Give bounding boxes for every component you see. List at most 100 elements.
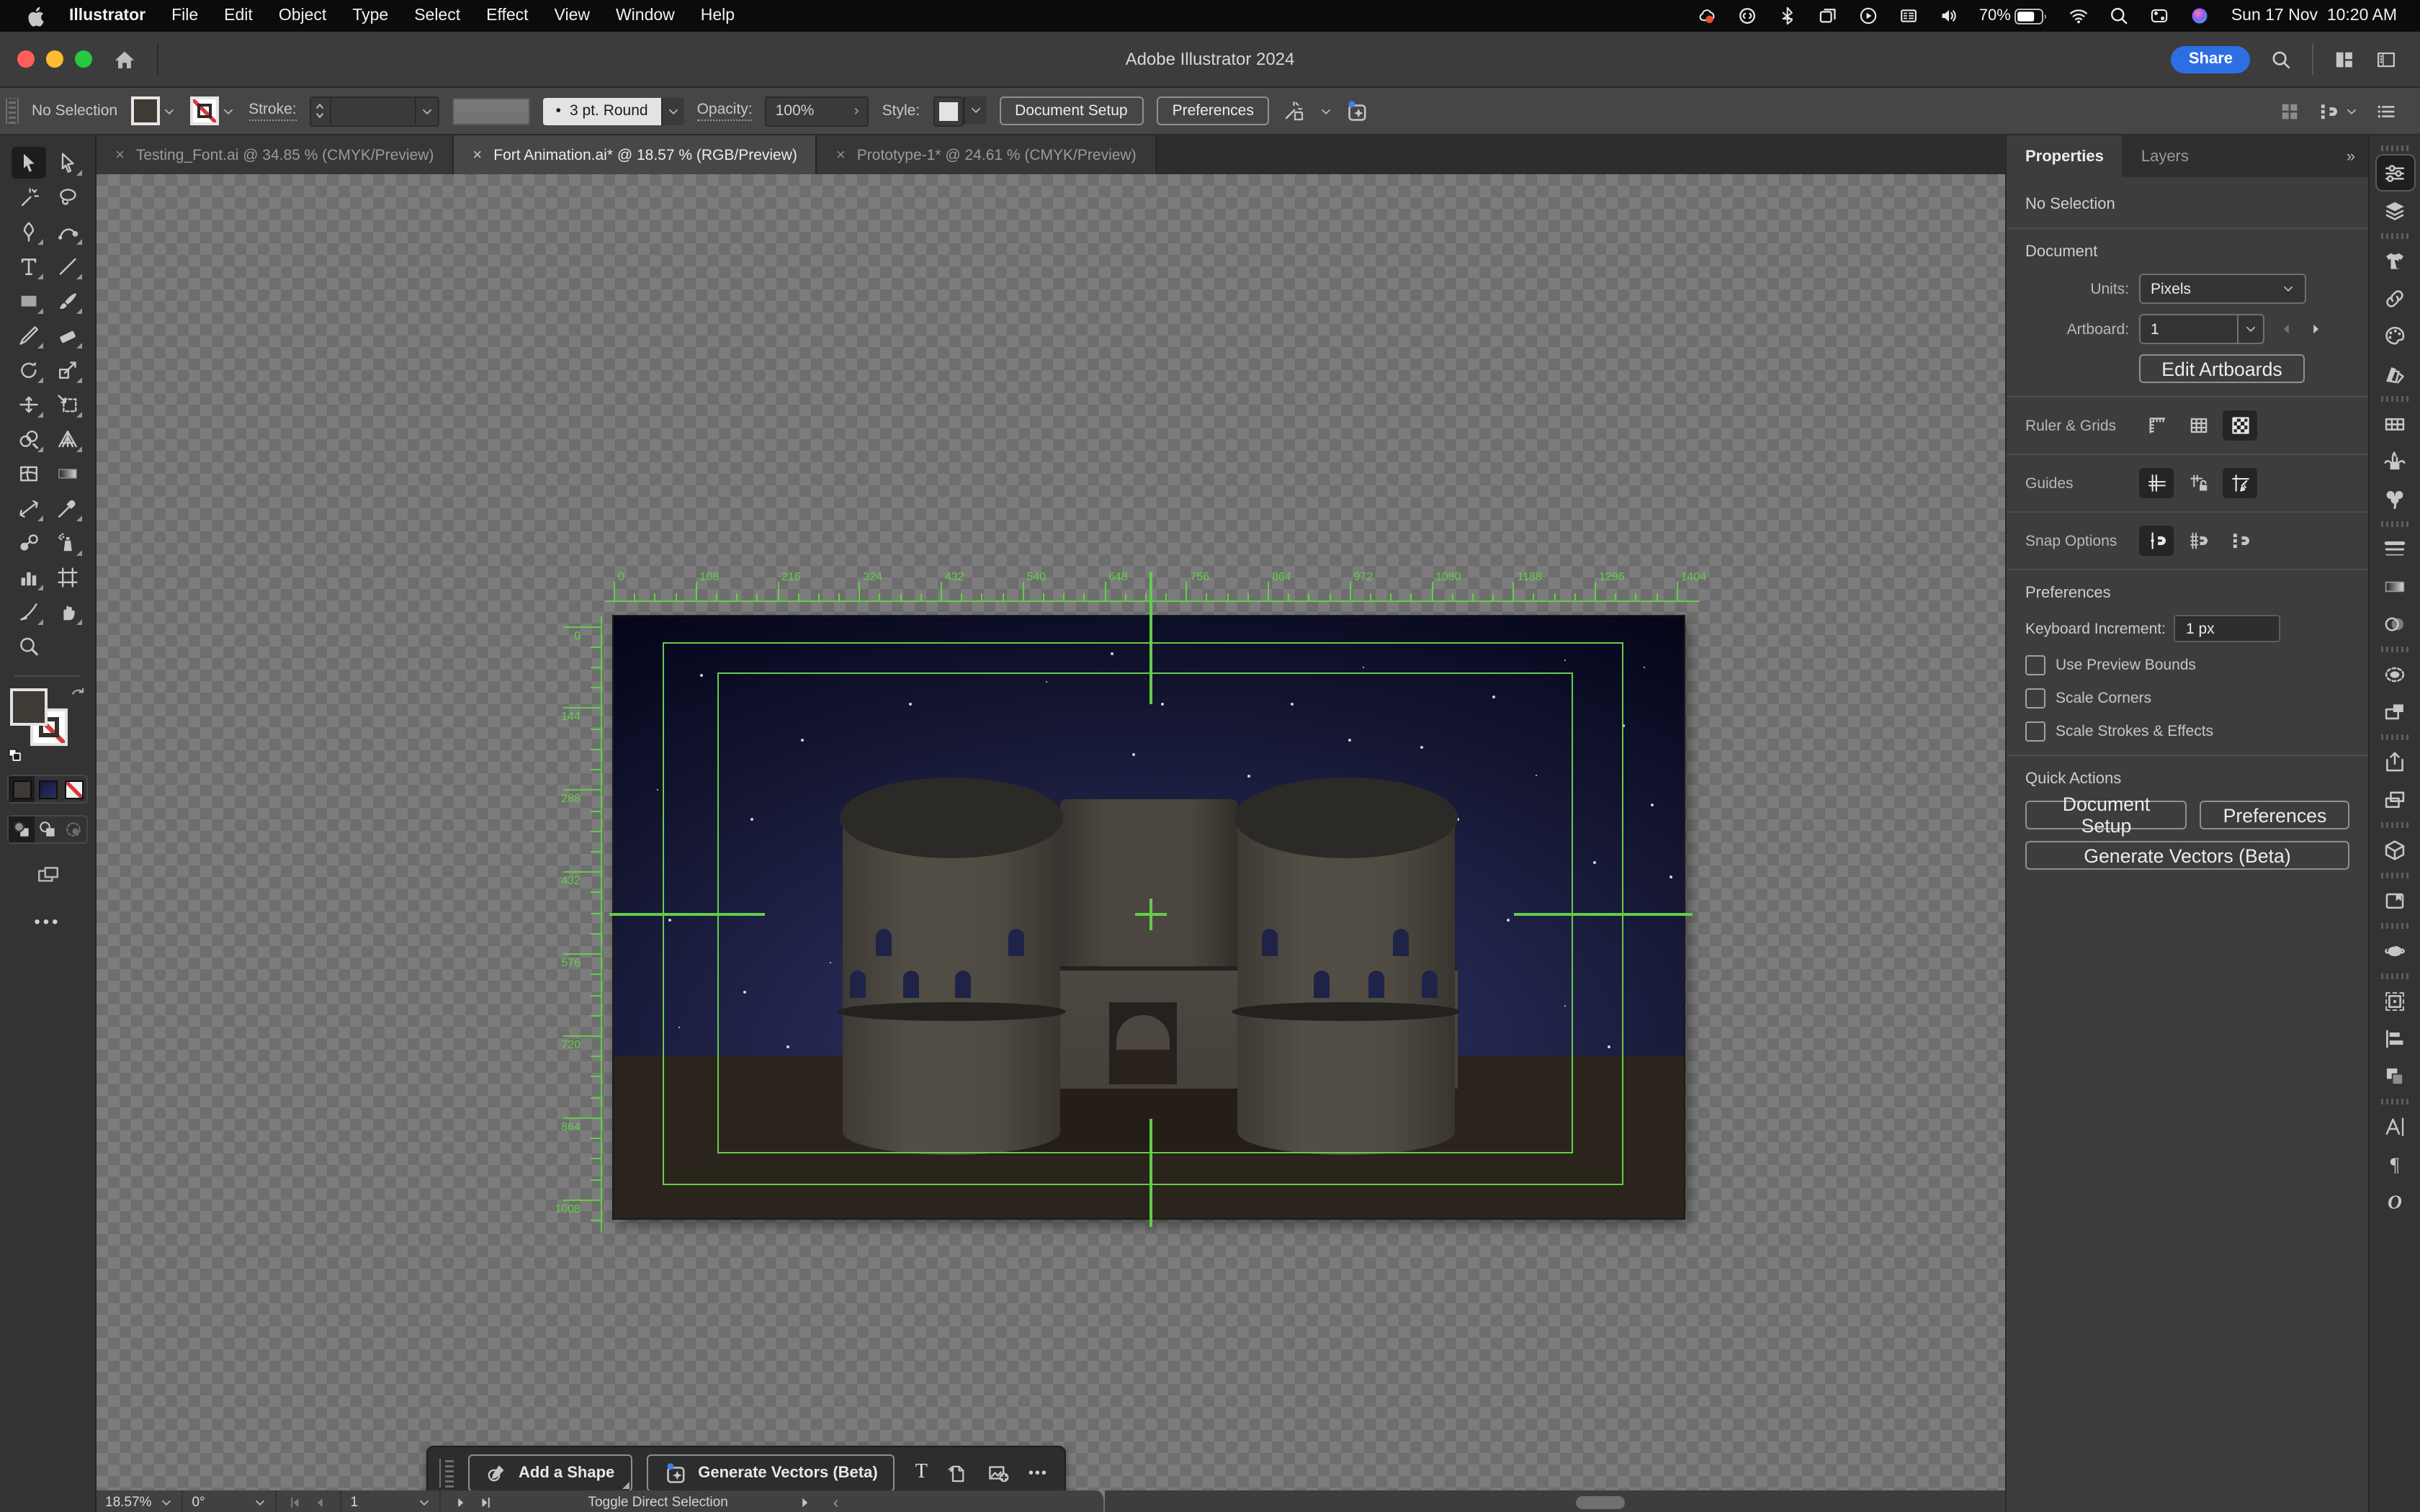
dock-artboards-icon[interactable] <box>2376 782 2414 816</box>
center-guide-horizontal-left[interactable] <box>609 913 765 915</box>
more-options-icon[interactable]: ••• <box>1028 1465 1048 1481</box>
taskbar-grip[interactable] <box>439 1459 454 1488</box>
slice-tool[interactable] <box>11 596 45 628</box>
spotlight-icon[interactable] <box>2099 6 2139 26</box>
direct-selection-tool[interactable] <box>50 147 84 179</box>
now-playing-icon[interactable] <box>1848 6 1888 26</box>
default-fill-stroke-icon[interactable] <box>7 747 23 763</box>
keyboard-brightness-icon[interactable] <box>1888 6 1929 26</box>
menu-illustrator[interactable]: Illustrator <box>56 7 158 24</box>
brush-definition-dropdown[interactable] <box>661 97 684 125</box>
document-tab-1[interactable]: ×Testing_Font.ai @ 34.85 % (CMYK/Preview… <box>97 135 454 174</box>
center-guide-horizontal-right[interactable] <box>1514 913 1693 915</box>
width-tool[interactable] <box>11 389 45 420</box>
chevron-down-icon[interactable] <box>2344 104 2358 118</box>
menu-help[interactable]: Help <box>688 7 748 24</box>
volume-icon[interactable] <box>1929 6 1969 26</box>
selection-tool[interactable] <box>11 147 45 179</box>
type-tool[interactable] <box>11 251 45 282</box>
creative-cloud-icon[interactable] <box>1687 6 1727 26</box>
lock-guides-button[interactable] <box>2181 468 2215 498</box>
battery-indicator[interactable]: 70% <box>1969 6 2058 25</box>
dock-color-guide-icon[interactable] <box>2376 356 2414 390</box>
snap-to-pixel-icon[interactable] <box>2318 100 2339 122</box>
chevron-down-icon[interactable] <box>1319 104 1333 118</box>
dock-paragraph-icon[interactable]: ¶ <box>2376 1146 2414 1181</box>
fill-swatch[interactable] <box>10 688 48 726</box>
graphic-style-dropdown[interactable] <box>963 96 986 123</box>
measure-tool[interactable] <box>11 492 45 524</box>
eraser-tool[interactable] <box>50 320 84 351</box>
horizontal-ruler[interactable]: 0108216324432540648756864972108011881296… <box>605 572 1700 602</box>
opacity-expand-icon[interactable]: › <box>854 102 859 120</box>
change-screen-mode-icon[interactable] <box>35 864 60 888</box>
menu-type[interactable]: Type <box>339 7 401 24</box>
generative-ai-icon[interactable] <box>1346 99 1371 123</box>
stroke-weight-label[interactable]: Stroke: <box>248 101 297 121</box>
dock-gradient-icon[interactable] <box>2376 569 2414 603</box>
menu-effect[interactable]: Effect <box>473 7 541 24</box>
add-a-shape-button[interactable]: Add a Shape <box>468 1454 632 1492</box>
snap-to-grid-button[interactable] <box>2181 526 2215 556</box>
snap-to-pixel-button[interactable] <box>2223 526 2257 556</box>
bluetooth-icon[interactable] <box>1767 6 1808 26</box>
color-button[interactable] <box>9 776 35 802</box>
dock-group-grip[interactable] <box>2380 873 2409 878</box>
close-window-button[interactable] <box>17 50 35 68</box>
stroke-weight-field[interactable] <box>310 96 439 126</box>
transparency-grid-button[interactable] <box>2223 410 2257 441</box>
dock-group-grip[interactable] <box>2380 734 2409 740</box>
share-button[interactable]: Share <box>2172 45 2250 73</box>
select-similar-icon[interactable] <box>1283 99 1306 122</box>
line-segment-tool[interactable] <box>50 251 84 282</box>
stroke-color-swatch[interactable] <box>189 96 218 125</box>
scrollbar-thumb[interactable] <box>1576 1496 1625 1509</box>
dock-link-icon[interactable] <box>2376 281 2414 315</box>
preferences-button[interactable]: Preferences <box>1157 96 1270 125</box>
type-tool-icon[interactable]: T <box>915 1462 928 1485</box>
scale-tool[interactable] <box>50 354 84 386</box>
menu-list-icon[interactable] <box>2375 100 2397 122</box>
dock-group-grip[interactable] <box>2380 1099 2409 1104</box>
canvas[interactable]: 0108216324432540648756864972108011881296… <box>97 174 2005 1512</box>
gradient-button[interactable] <box>35 776 60 802</box>
menu-select[interactable]: Select <box>401 7 473 24</box>
perspective-grid-tool[interactable] <box>50 423 84 455</box>
vertical-ruler[interactable]: 01442884325767208641008 <box>529 616 602 1233</box>
lasso-tool[interactable] <box>50 181 84 213</box>
dock-3d-icon[interactable] <box>2376 832 2414 867</box>
edit-artboards-button[interactable]: Edit Artboards <box>2139 354 2305 383</box>
shazam-icon[interactable] <box>1727 6 1767 26</box>
dock-group-grip[interactable] <box>2380 233 2409 239</box>
opacity-field[interactable]: 100% › <box>766 96 869 126</box>
eyedropper-tool[interactable] <box>50 492 84 524</box>
hand-tool[interactable] <box>50 596 84 628</box>
wifi-icon[interactable] <box>2058 6 2099 26</box>
fill-color-swatch[interactable] <box>130 96 159 125</box>
generate-vectors-button[interactable]: Generate Vectors (Beta) <box>646 1454 895 1492</box>
tab-properties[interactable]: Properties <box>2007 135 2123 177</box>
arrange-documents-icon[interactable] <box>2375 48 2397 70</box>
horizontal-scrollbar[interactable] <box>1105 1490 2005 1512</box>
rotation-control[interactable]: 0° <box>183 1490 277 1512</box>
dock-transform-icon[interactable] <box>2376 984 2414 1018</box>
next-artboard-icon[interactable] <box>452 1495 468 1511</box>
dock-group-grip[interactable] <box>2380 647 2409 652</box>
home-icon[interactable] <box>112 47 137 71</box>
previous-artboard-icon[interactable] <box>313 1495 328 1511</box>
curvature-tool[interactable] <box>50 216 84 248</box>
draw-normal-button[interactable] <box>9 816 35 842</box>
close-tab-icon[interactable]: × <box>836 146 846 163</box>
dock-character-icon[interactable] <box>2376 1109 2414 1143</box>
units-dropdown[interactable]: Pixels <box>2139 274 2306 304</box>
first-artboard-icon[interactable] <box>288 1495 304 1511</box>
mesh-tool[interactable] <box>11 458 45 490</box>
column-graph-tool[interactable] <box>11 562 45 593</box>
draw-behind-button[interactable] <box>35 816 60 842</box>
brush-definition-value[interactable]: • 3 pt. Round <box>543 97 661 125</box>
dock-swatches-icon[interactable] <box>2376 406 2414 441</box>
blend-tool[interactable] <box>11 527 45 559</box>
rectangle-tool[interactable] <box>11 285 45 317</box>
status-collapse-icon[interactable]: ‹ <box>833 1494 838 1511</box>
swap-fill-stroke-icon[interactable] <box>69 685 88 704</box>
